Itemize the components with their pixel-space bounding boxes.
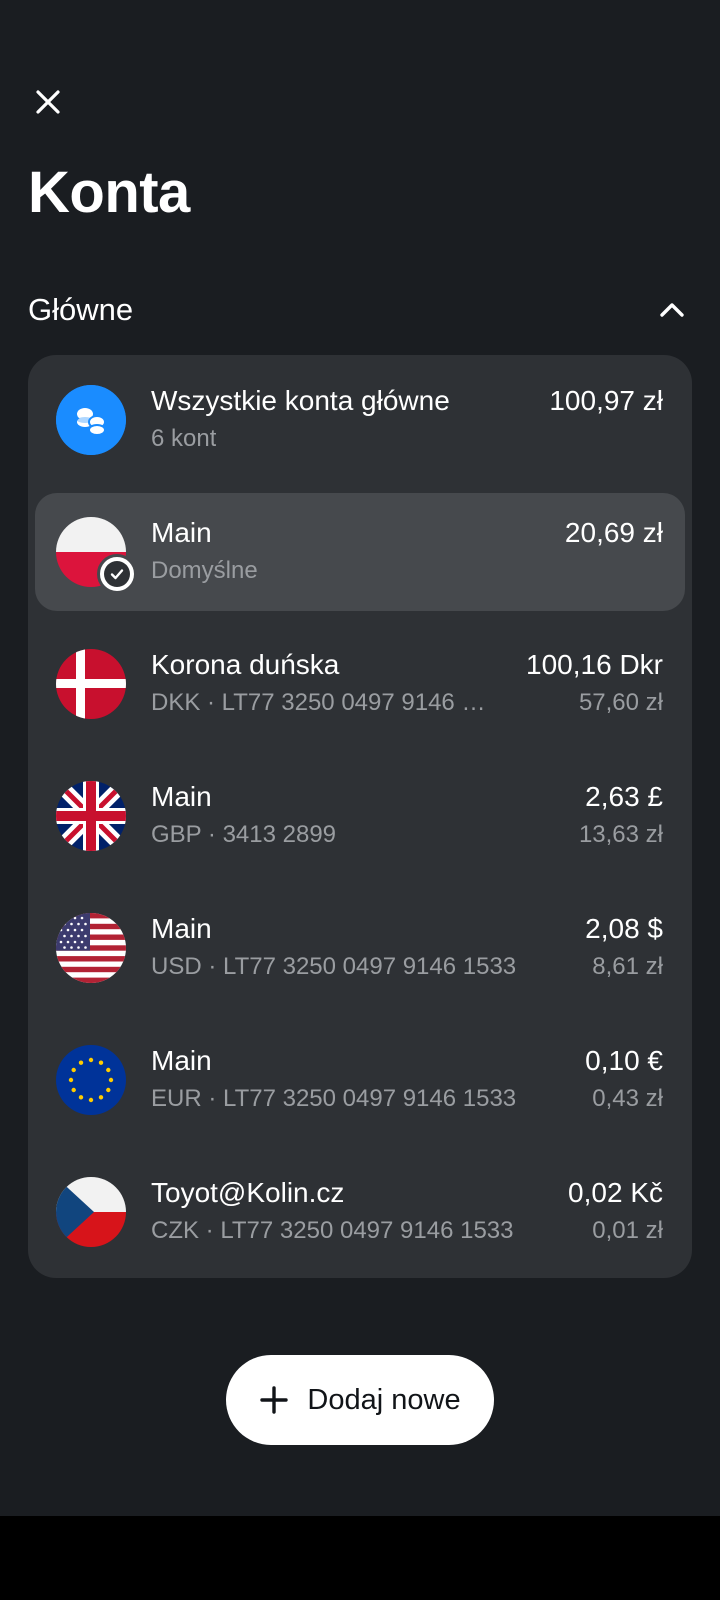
account-amount-pln: 0,43 zł: [592, 1085, 663, 1112]
account-row-all[interactable]: Wszystkie konta główne 6 kont 100,97 zł: [35, 361, 685, 479]
add-new-button[interactable]: Dodaj nowe: [226, 1355, 494, 1445]
account-amount-pln: 13,63 zł: [578, 821, 663, 848]
account-amount: 20,69 zł: [564, 517, 663, 548]
close-button[interactable]: [24, 78, 72, 126]
chevron-up-icon[interactable]: [652, 290, 692, 330]
coins-icon: [56, 385, 126, 455]
account-name: Main: [151, 913, 212, 944]
account-name: Main: [151, 517, 212, 548]
usa-flag-icon: [56, 913, 126, 983]
account-row-dkk[interactable]: Korona duńska DKK · LT77 3250 0497 9146 …: [35, 625, 685, 743]
account-subtitle: EUR · LT77 3250 0497 9146 1533: [151, 1085, 517, 1112]
account-subtitle: GBP · 3413 2899: [151, 821, 337, 848]
account-subtitle: Domyślne: [151, 557, 258, 584]
account-amount: 2,08 $: [585, 913, 663, 944]
account-subtitle: CZK · LT77 3250 0497 9146 1533: [151, 1217, 514, 1244]
account-name: Wszystkie konta główne: [151, 385, 450, 416]
eu-flag-icon: [56, 1045, 126, 1115]
add-new-label: Dodaj nowe: [307, 1383, 461, 1416]
account-name: Main: [151, 781, 212, 812]
section-header-main[interactable]: Główne: [28, 282, 692, 338]
account-amount: 0,10 €: [585, 1045, 663, 1076]
account-amount-pln: 57,60 zł: [578, 689, 663, 716]
page-title: Konta: [28, 160, 190, 225]
account-amount-pln: 0,01 zł: [592, 1217, 663, 1244]
account-name: Korona duńska: [151, 649, 340, 680]
account-row-czk[interactable]: Toyot@Kolin.cz CZK · LT77 3250 0497 9146…: [35, 1153, 685, 1271]
plus-icon: [260, 1386, 289, 1414]
account-amount: 2,63 £: [585, 781, 663, 812]
account-amount-pln: 8,61 zł: [592, 953, 663, 980]
close-icon: [36, 90, 60, 114]
account-name: Toyot@Kolin.cz: [151, 1177, 345, 1208]
account-subtitle: USD · LT77 3250 0497 9146 1533: [151, 953, 517, 980]
uk-flag-icon: [56, 781, 126, 851]
czech-flag-icon: [56, 1177, 126, 1247]
default-check-icon: [97, 554, 137, 594]
system-navigation-bar: [0, 1516, 720, 1600]
account-row-pln[interactable]: Main Domyślne 20,69 zł: [35, 493, 685, 611]
account-subtitle: 6 kont: [151, 425, 217, 452]
account-name: Main: [151, 1045, 212, 1076]
accounts-screen: Konta Główne Wszystkie konta główne 6 ko…: [0, 0, 720, 1516]
account-subtitle: DKK · LT77 3250 0497 9146 1533: [151, 689, 496, 716]
section-title: Główne: [28, 292, 134, 327]
account-amount: 0,02 Kč: [568, 1177, 663, 1208]
account-amount: 100,97 zł: [549, 385, 663, 416]
accounts-card: Wszystkie konta główne 6 kont 100,97 zł …: [28, 355, 692, 1278]
account-row-gbp[interactable]: Main GBP · 3413 2899 2,63 £ 13,63 zł: [35, 757, 685, 875]
account-row-eur[interactable]: Main EUR · LT77 3250 0497 9146 1533 0,10…: [35, 1021, 685, 1139]
denmark-flag-icon: [56, 649, 126, 719]
account-row-usd[interactable]: Main USD · LT77 3250 0497 9146 1533 2,08…: [35, 889, 685, 1007]
account-amount: 100,16 Dkr: [526, 649, 663, 680]
